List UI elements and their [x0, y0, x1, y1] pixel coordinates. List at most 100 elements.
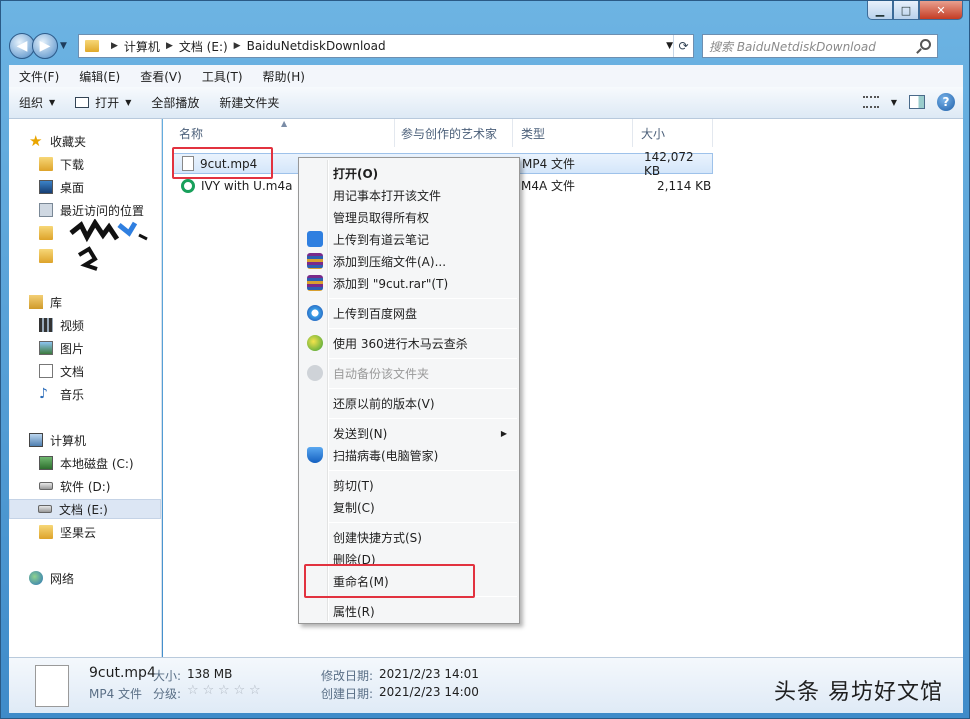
menu-item-add-rar[interactable]: 添加到 "9cut.rar"(T)	[301, 272, 517, 294]
menu-item-open[interactable]: 打开(O)	[301, 162, 517, 184]
nav-drive-e[interactable]: 文档 (E:)	[9, 499, 161, 519]
nav-pictures[interactable]: 图片	[39, 338, 84, 358]
address-row: ◀ ▶ ▼ ▶ 计算机 ▶ 文档 (E:) ▶ BaiduNetdiskDown…	[9, 31, 963, 61]
menu-item-label: 发送到(N)	[333, 426, 388, 441]
nav-favorites[interactable]: ★ 收藏夹	[29, 131, 86, 151]
organize-button[interactable]: 组织 ▼	[9, 87, 65, 119]
nav-desktop[interactable]: 桌面	[39, 177, 84, 197]
breadcrumb-drive-e[interactable]: 文档 (E:)	[179, 38, 228, 55]
menu-item-send-to[interactable]: 发送到(N) ▶	[301, 422, 517, 444]
star-empty-icon[interactable]: ☆	[218, 683, 230, 698]
column-artist[interactable]: 参与创作的艺术家	[393, 119, 513, 147]
menu-item-baidu-upload[interactable]: 上传到百度网盘	[301, 302, 517, 324]
nav-redacted-folder-2[interactable]	[39, 246, 60, 266]
address-bar[interactable]: ▶ 计算机 ▶ 文档 (E:) ▶ BaiduNetdiskDownload ▼…	[78, 34, 694, 58]
menu-item-label: 使用 360进行木马云查杀	[333, 336, 468, 351]
menu-item-take-ownership[interactable]: 管理员取得所有权	[301, 206, 517, 228]
new-folder-button[interactable]: 新建文件夹	[209, 87, 289, 119]
play-all-button[interactable]: 全部播放	[141, 87, 209, 119]
file-list: ▲ 名称 参与创作的艺术家 类型 大小 9cut.mp4 MP4 文件 142,…	[163, 119, 963, 657]
star-empty-icon[interactable]: ☆	[202, 683, 214, 698]
minimize-button[interactable]: ▁	[867, 1, 893, 20]
menu-item-label: 上传到百度网盘	[333, 306, 418, 321]
menu-item-360-scan[interactable]: 使用 360进行木马云查杀	[301, 332, 517, 354]
search-icon[interactable]	[920, 39, 931, 50]
context-menu: 打开(O) 用记事本打开该文件 管理员取得所有权 上传到有道云笔记 添加到压缩文…	[298, 157, 520, 624]
breadcrumb-folder[interactable]: BaiduNetdiskDownload	[247, 39, 386, 53]
command-bar: 组织 ▼ 打开 ▼ 全部播放 新建文件夹 ▼ ?	[9, 87, 963, 119]
menu-item-properties[interactable]: 属性(R)	[301, 600, 517, 622]
nav-jianguoyun[interactable]: 坚果云	[39, 522, 96, 542]
folder-icon	[39, 226, 53, 240]
search-input[interactable]: 搜索 BaiduNetdiskDownload	[702, 34, 938, 58]
nav-redacted-folder-1[interactable]	[39, 223, 60, 243]
details-pane: 9cut.mp4 大小: 138 MB MP4 文件 分级: ☆ ☆ ☆ ☆ ☆…	[9, 657, 963, 713]
file-size: 2,114 KB	[657, 178, 712, 193]
folder-icon	[39, 157, 53, 171]
menu-item-copy[interactable]: 复制(C)	[301, 496, 517, 518]
menu-item-virus-scan[interactable]: 扫描病毒(电脑管家)	[301, 444, 517, 466]
star-empty-icon[interactable]: ☆	[233, 683, 245, 698]
preview-pane-icon[interactable]	[909, 95, 925, 109]
menu-item-restore-versions[interactable]: 还原以前的版本(V)	[301, 392, 517, 414]
nav-drive-c[interactable]: 本地磁盘 (C:)	[39, 453, 134, 473]
drive-icon	[39, 482, 53, 490]
star-empty-icon[interactable]: ☆	[249, 683, 261, 698]
nav-label: 网络	[50, 571, 75, 586]
system-drive-icon	[39, 456, 53, 470]
nav-libraries[interactable]: 库	[29, 292, 62, 312]
menu-edit[interactable]: 编辑(E)	[69, 68, 130, 85]
menu-help[interactable]: 帮助(H)	[253, 68, 315, 85]
menu-item-open-notepad[interactable]: 用记事本打开该文件	[301, 184, 517, 206]
close-button[interactable]: ✕	[919, 1, 963, 20]
address-dropdown-icon[interactable]: ▼	[666, 41, 673, 51]
column-name[interactable]: 名称	[171, 119, 395, 147]
search-placeholder: 搜索 BaiduNetdiskDownload	[709, 39, 876, 54]
shield-icon	[307, 447, 323, 463]
file-thumbnail-icon	[35, 665, 69, 707]
column-type[interactable]: 类型	[513, 119, 633, 147]
nav-label: 桌面	[60, 180, 85, 195]
nav-videos[interactable]: 视频	[39, 315, 84, 335]
maximize-button[interactable]: □	[893, 1, 919, 20]
rating-stars[interactable]: ☆ ☆ ☆ ☆ ☆	[187, 683, 261, 698]
forward-button[interactable]: ▶	[32, 33, 58, 59]
history-dropdown-icon[interactable]: ▼	[60, 41, 72, 51]
menu-item-add-archive[interactable]: 添加到压缩文件(A)...	[301, 250, 517, 272]
nav-music[interactable]: ♪ 音乐	[39, 384, 84, 404]
highlight-box-rename	[304, 564, 475, 598]
nav-network[interactable]: 网络	[29, 568, 74, 588]
chevron-right-icon[interactable]: ▶	[234, 41, 241, 51]
navigation-pane: ★ 收藏夹 下载 桌面 最近访问的位置 库 视频 图片 文档 ♪ 音乐 计算机 …	[9, 119, 162, 657]
star-empty-icon[interactable]: ☆	[187, 683, 199, 698]
help-icon[interactable]: ?	[937, 93, 955, 111]
nav-label: 文档	[60, 364, 85, 379]
file-size: 142,072 KB	[644, 149, 694, 178]
detail-rating-label: 分级:	[153, 687, 182, 701]
column-size[interactable]: 大小	[633, 119, 713, 147]
play-all-label: 全部播放	[151, 96, 200, 110]
chevron-down-icon[interactable]: ▼	[891, 98, 897, 107]
watermark: 头条 易坊好文馆	[774, 680, 943, 705]
breadcrumb-computer[interactable]: 计算机	[124, 38, 160, 55]
menu-view[interactable]: 查看(V)	[130, 68, 192, 85]
menu-item-youdao[interactable]: 上传到有道云笔记	[301, 228, 517, 250]
detail-created-label: 创建日期:	[321, 687, 374, 701]
nav-drive-d[interactable]: 软件 (D:)	[39, 476, 110, 496]
library-icon	[29, 295, 43, 309]
menu-item-create-shortcut[interactable]: 创建快捷方式(S)	[301, 526, 517, 548]
nav-documents[interactable]: 文档	[39, 361, 84, 381]
change-view-icon[interactable]	[862, 96, 879, 108]
nav-computer[interactable]: 计算机	[29, 430, 86, 450]
computer-icon	[29, 433, 43, 447]
menu-file[interactable]: 文件(F)	[9, 68, 69, 85]
menu-tools[interactable]: 工具(T)	[192, 68, 253, 85]
menu-item-cut[interactable]: 剪切(T)	[301, 474, 517, 496]
nav-downloads[interactable]: 下载	[39, 154, 84, 174]
file-type: M4A 文件	[521, 179, 576, 193]
open-button[interactable]: 打开 ▼	[65, 87, 141, 119]
refresh-icon[interactable]: ⟳	[673, 35, 693, 57]
chevron-right-icon[interactable]: ▶	[166, 41, 173, 51]
chevron-right-icon[interactable]: ▶	[111, 41, 118, 51]
nav-recent[interactable]: 最近访问的位置	[39, 200, 144, 220]
